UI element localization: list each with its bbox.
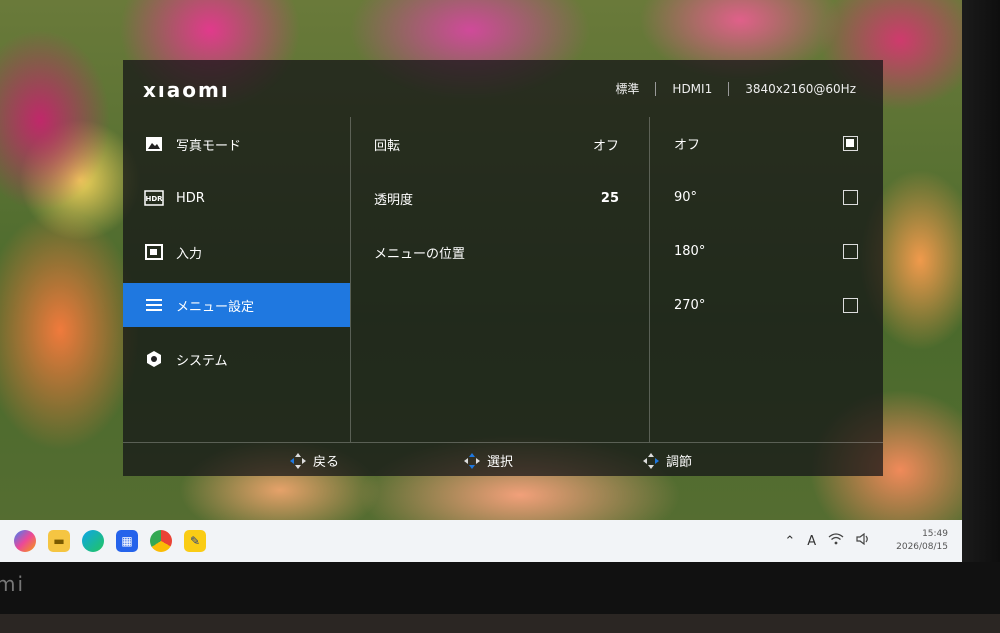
value-row-270[interactable]: 270° bbox=[650, 283, 883, 327]
dpad-updown-icon bbox=[464, 452, 480, 469]
status-divider bbox=[728, 81, 730, 96]
wifi-icon[interactable] bbox=[828, 533, 844, 549]
sidebar-item-input[interactable]: 入力 bbox=[123, 230, 350, 274]
status-bar: 標準 HDMI1 3840x2160@60Hz bbox=[615, 80, 856, 97]
value-row-90[interactable]: 90° bbox=[650, 175, 883, 219]
resolution-status: 3840x2160@60Hz bbox=[745, 81, 856, 96]
osd-footer: 戻る 選択 調節 bbox=[123, 442, 883, 476]
clock-date: 2026/08/15 bbox=[896, 542, 948, 552]
sidebar-item-label: システム bbox=[176, 353, 228, 369]
option-value: 25 bbox=[600, 190, 619, 206]
sidebar-item-label: 入力 bbox=[176, 246, 203, 262]
option-label: 回転 bbox=[374, 138, 401, 154]
checkbox[interactable] bbox=[843, 135, 858, 151]
checkbox[interactable] bbox=[843, 189, 858, 205]
value-label: オフ bbox=[674, 137, 701, 153]
option-rotation[interactable]: 回転 オフ bbox=[351, 122, 649, 166]
hint-label: 戻る bbox=[313, 455, 340, 470]
dpad-right-icon bbox=[643, 452, 659, 469]
hint-label: 調節 bbox=[666, 455, 693, 470]
brand-logo: xıaomı bbox=[143, 78, 230, 102]
hint-back: 戻る bbox=[289, 451, 339, 470]
bezel-logo: mi bbox=[0, 572, 26, 596]
picture-mode-status: 標準 bbox=[615, 82, 640, 96]
pen-app-icon[interactable]: ✎ bbox=[184, 530, 206, 552]
sidebar-item-photo-mode[interactable]: 写真モード bbox=[123, 122, 350, 166]
system-tray: ⌃ A 15:49 2026/08/15 bbox=[784, 520, 948, 562]
options-list: 回転 オフ 透明度 25 メニューの位置 bbox=[351, 117, 649, 442]
option-label: 透明度 bbox=[374, 192, 414, 208]
file-explorer-icon[interactable]: ▬ bbox=[48, 530, 70, 552]
option-transparency[interactable]: 透明度 25 bbox=[351, 176, 649, 220]
sidebar-item-label: 写真モード bbox=[176, 138, 242, 154]
chevron-up-icon[interactable]: ⌃ bbox=[784, 534, 795, 549]
value-row-180[interactable]: 180° bbox=[650, 229, 883, 273]
sidebar-item-label: メニュー設定 bbox=[176, 299, 255, 315]
status-divider bbox=[655, 81, 657, 96]
copilot-icon[interactable] bbox=[14, 530, 36, 552]
option-menu-position[interactable]: メニューの位置 bbox=[351, 230, 649, 274]
sidebar-item-hdr[interactable]: HDR HDR bbox=[123, 176, 350, 220]
dpad-left-icon bbox=[290, 452, 306, 469]
hdr-icon: HDR bbox=[144, 189, 164, 207]
osd-header: xıaomı 標準 HDMI1 3840x2160@60Hz bbox=[123, 60, 883, 117]
sidebar-item-label: HDR bbox=[176, 190, 205, 206]
option-value: オフ bbox=[592, 138, 619, 154]
clock-time: 15:49 bbox=[922, 529, 948, 539]
hint-label: 選択 bbox=[487, 455, 514, 470]
svg-text:HDR: HDR bbox=[145, 195, 163, 203]
taskbar: ▬ ▦ ✎ ⌃ A 15:49 2026/08/15 bbox=[0, 520, 962, 562]
store-icon[interactable]: ▦ bbox=[116, 530, 138, 552]
sidebar-item-menu-settings[interactable]: メニュー設定 bbox=[123, 283, 350, 327]
value-label: 180° bbox=[674, 243, 706, 259]
osd-menu: xıaomı 標準 HDMI1 3840x2160@60Hz 写真モード HDR… bbox=[123, 60, 883, 476]
monitor-bezel-bottom bbox=[0, 562, 1000, 614]
hint-adjust: 調節 bbox=[642, 451, 692, 470]
option-label: メニューの位置 bbox=[374, 246, 466, 262]
value-row-off[interactable]: オフ bbox=[650, 121, 883, 165]
sidebar-item-system[interactable]: システム bbox=[123, 337, 350, 381]
monitor-bezel-right bbox=[962, 0, 1000, 633]
value-label: 90° bbox=[674, 189, 698, 205]
image-icon bbox=[144, 135, 164, 153]
checkbox[interactable] bbox=[843, 243, 858, 259]
system-gear-icon bbox=[144, 350, 164, 368]
input-icon bbox=[144, 243, 164, 261]
edge-browser-icon[interactable] bbox=[82, 530, 104, 552]
values-list: オフ 90° 180° 270° bbox=[650, 117, 883, 442]
chrome-icon[interactable] bbox=[150, 530, 172, 552]
clock[interactable]: 15:49 2026/08/15 bbox=[896, 528, 948, 554]
desk-surface bbox=[0, 614, 1000, 633]
hint-select: 選択 bbox=[463, 451, 513, 470]
osd-sidebar: 写真モード HDR HDR 入力 メニュー設定 システム bbox=[123, 117, 350, 442]
menu-icon bbox=[144, 296, 164, 314]
volume-icon[interactable] bbox=[856, 532, 870, 549]
ime-indicator[interactable]: A bbox=[807, 534, 816, 549]
input-status: HDMI1 bbox=[672, 81, 713, 96]
checkbox[interactable] bbox=[843, 297, 858, 313]
value-label: 270° bbox=[674, 297, 706, 313]
